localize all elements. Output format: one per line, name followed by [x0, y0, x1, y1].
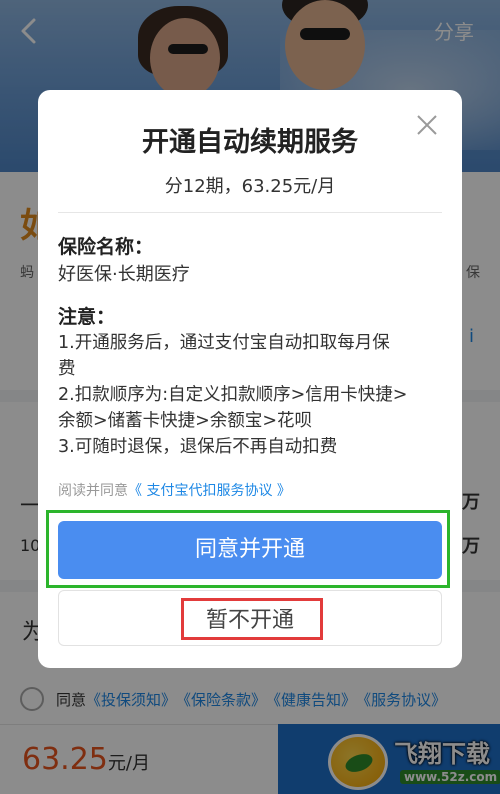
dialog-subtitle: 分12期，63.25元/月 — [164, 176, 336, 197]
read-agree-prefix: 阅读并同意 — [58, 483, 128, 499]
notice-item: 2.扣款顺序为:自定义扣款顺序>信用卡快捷> 余额>储蓄卡快捷>余额宝>花呗 — [58, 385, 408, 431]
insurance-name-value: 好医保·长期医疗 — [58, 264, 190, 285]
auto-renew-dialog: 开通自动续期服务 分12期，63.25元/月 保险名称： 好医保·长期医疗 注意… — [38, 90, 462, 668]
decline-button-highlight — [181, 598, 323, 640]
notice-item: 1.开通服务后，通过支付宝自动扣取每月保 费 — [58, 333, 390, 379]
notice-label: 注意： — [58, 306, 116, 328]
close-icon — [417, 115, 437, 135]
notice-list: 1.开通服务后，通过支付宝自动扣取每月保 费 2.扣款顺序为:自定义扣款顺序>信… — [58, 330, 448, 460]
dialog-title: 开通自动续期服务 — [142, 127, 358, 158]
insurance-name-label: 保险名称： — [58, 236, 154, 258]
notice-item: 3.可随时退保，退保后不再自动扣费 — [58, 437, 338, 457]
close-button[interactable] — [412, 110, 442, 140]
agree-and-enable-button[interactable]: 同意并开通 — [58, 521, 442, 579]
read-agree-row: 阅读并同意《 支付宝代扣服务协议 》 — [58, 480, 291, 500]
alipay-debit-agreement-link[interactable]: 《 支付宝代扣服务协议 》 — [128, 483, 291, 499]
dialog-divider — [58, 212, 442, 213]
